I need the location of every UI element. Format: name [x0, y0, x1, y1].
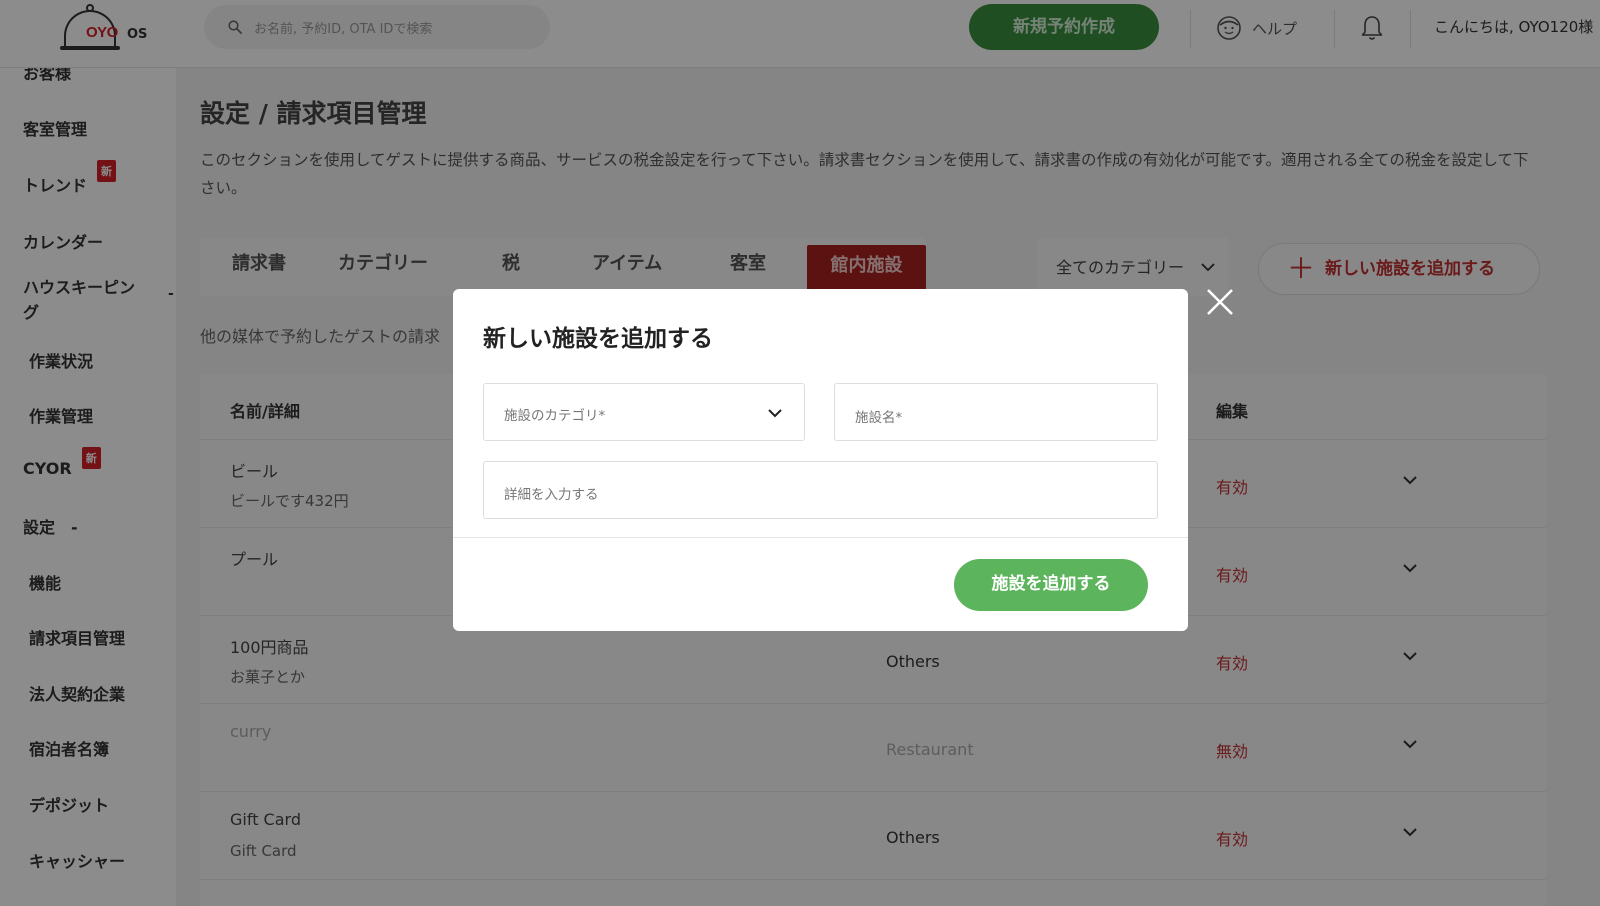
chevron-down-icon [768, 409, 782, 418]
facility-name-field[interactable]: 施設名* [834, 383, 1158, 441]
facility-detail-placeholder: 詳細を入力する [504, 487, 599, 503]
facility-category-select[interactable]: 施設のカテゴリ* [483, 383, 805, 441]
modal-divider [453, 537, 1188, 538]
facility-category-placeholder: 施設のカテゴリ* [504, 408, 606, 424]
facility-name-placeholder: 施設名* [855, 410, 903, 426]
add-facility-modal: 新しい施設を追加する 施設のカテゴリ* 施設名* 詳細を入力する 施設を追加する [453, 289, 1188, 631]
close-icon[interactable] [1205, 287, 1235, 317]
add-facility-submit-button[interactable]: 施設を追加する [954, 559, 1148, 611]
modal-title: 新しい施設を追加する [483, 326, 713, 352]
facility-detail-field[interactable]: 詳細を入力する [483, 461, 1158, 519]
